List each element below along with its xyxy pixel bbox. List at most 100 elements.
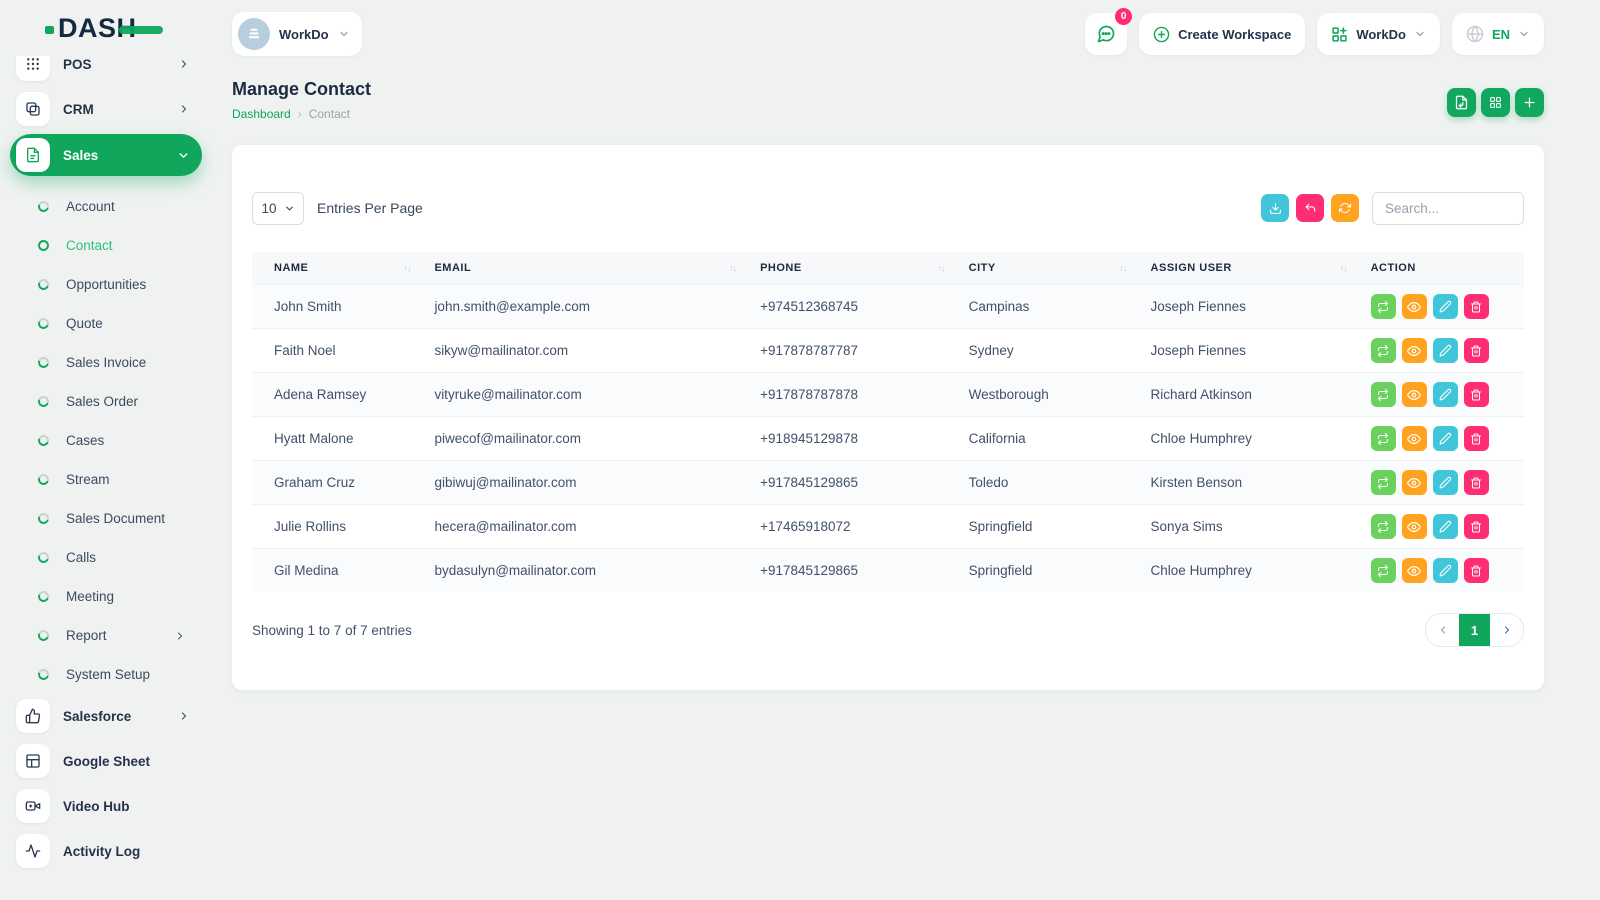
contact-email: gibiwuj@mailinator.com [422, 461, 748, 505]
page-number-button[interactable]: 1 [1459, 614, 1490, 646]
delete-button[interactable] [1464, 426, 1489, 451]
contact-name-link[interactable]: Hyatt Malone [252, 417, 422, 461]
logo[interactable]: DASH [0, 0, 212, 56]
workspace-menu-button[interactable]: WorkDo [1317, 13, 1440, 55]
sidebar-item-sales-order[interactable]: Sales Order [10, 382, 202, 421]
workspace-switcher[interactable]: WorkDo [232, 12, 362, 56]
contact-name-link[interactable]: Faith Noel [252, 329, 422, 373]
create-workspace-button[interactable]: Create Workspace [1139, 13, 1305, 55]
refresh-icon [1339, 202, 1351, 214]
topbar: WorkDo 0 Create Workspace WorkDo [212, 0, 1600, 58]
edit-button[interactable] [1433, 294, 1458, 319]
view-button[interactable] [1402, 470, 1427, 495]
sidebar-item-sales[interactable]: Sales [10, 134, 202, 176]
repeat-icon [1377, 521, 1389, 533]
previous-page-button[interactable] [1426, 614, 1459, 646]
view-button[interactable] [1402, 382, 1427, 407]
sidebar-item-salesforce[interactable]: Salesforce [10, 696, 202, 736]
next-page-button[interactable] [1490, 614, 1523, 646]
view-button[interactable] [1402, 426, 1427, 451]
contact-actions [1359, 461, 1524, 505]
messages-badge: 0 [1115, 8, 1132, 25]
bullet-icon [36, 199, 51, 214]
sidebar-item-quote[interactable]: Quote [10, 304, 202, 343]
add-contact-button[interactable] [1515, 88, 1544, 117]
convert-button[interactable] [1371, 470, 1396, 495]
sidebar-item-sales-invoice[interactable]: Sales Invoice [10, 343, 202, 382]
convert-button[interactable] [1371, 558, 1396, 583]
contact-name-link[interactable]: Adena Ramsey [252, 373, 422, 417]
delete-button[interactable] [1464, 338, 1489, 363]
convert-button[interactable] [1371, 294, 1396, 319]
undo-button[interactable] [1296, 194, 1324, 222]
column-header-assign-user[interactable]: ASSIGN USER↑↓ [1139, 252, 1359, 285]
grid-view-button[interactable] [1481, 88, 1510, 117]
export-button[interactable] [1447, 88, 1476, 117]
delete-button[interactable] [1464, 382, 1489, 407]
sidebar-item-stream[interactable]: Stream [10, 460, 202, 499]
sidebar-item-google-sheet[interactable]: Google Sheet [10, 741, 202, 781]
edit-button[interactable] [1433, 382, 1458, 407]
contact-assign-user: Kirsten Benson [1139, 461, 1359, 505]
refresh-button[interactable] [1331, 194, 1359, 222]
delete-button[interactable] [1464, 470, 1489, 495]
sidebar-item-meeting[interactable]: Meeting [10, 577, 202, 616]
contact-name-link[interactable]: Graham Cruz [252, 461, 422, 505]
column-header-name[interactable]: NAME↑↓ [252, 252, 422, 285]
messages-button[interactable]: 0 [1085, 13, 1127, 55]
sidebar-item-video-hub[interactable]: Video Hub [10, 786, 202, 826]
column-header-phone[interactable]: PHONE↑↓ [748, 252, 957, 285]
sidebar-item-sales-document[interactable]: Sales Document [10, 499, 202, 538]
search-input[interactable] [1372, 192, 1524, 225]
breadcrumb-dashboard-link[interactable]: Dashboard [232, 107, 291, 121]
edit-button[interactable] [1433, 426, 1458, 451]
sidebar-item-label: Google Sheet [63, 754, 190, 769]
contact-city: Campinas [957, 285, 1139, 329]
contact-phone: +917845129865 [748, 461, 957, 505]
table-row: Hyatt Malonepiwecof@mailinator.com+91894… [252, 417, 1524, 461]
view-button[interactable] [1402, 514, 1427, 539]
delete-button[interactable] [1464, 294, 1489, 319]
contact-city: Sydney [957, 329, 1139, 373]
sidebar-item-crm[interactable]: CRM [10, 89, 202, 129]
showing-entries-text: Showing 1 to 7 of 7 entries [252, 623, 412, 638]
entries-per-page-select[interactable]: 10 [252, 192, 304, 225]
chevron-down-icon [177, 149, 190, 162]
contact-name-link[interactable]: Julie Rollins [252, 505, 422, 549]
column-header-email[interactable]: EMAIL↑↓ [422, 252, 748, 285]
view-button[interactable] [1402, 338, 1427, 363]
contact-name-link[interactable]: Gil Medina [252, 549, 422, 593]
sidebar-item-activity-log[interactable]: Activity Log [10, 831, 202, 871]
eye-icon [1407, 388, 1421, 402]
view-button[interactable] [1402, 294, 1427, 319]
sidebar-item-cases[interactable]: Cases [10, 421, 202, 460]
edit-button[interactable] [1433, 338, 1458, 363]
convert-button[interactable] [1371, 382, 1396, 407]
language-selector[interactable]: EN [1452, 13, 1544, 55]
contact-name-link[interactable]: John Smith [252, 285, 422, 329]
sidebar-item-contact[interactable]: Contact [10, 226, 202, 265]
sidebar-item-label: Quote [66, 316, 186, 331]
sidebar-item-system-setup[interactable]: System Setup [10, 655, 202, 694]
sidebar-item-opportunities[interactable]: Opportunities [10, 265, 202, 304]
delete-button[interactable] [1464, 558, 1489, 583]
contacts-table: NAME↑↓EMAIL↑↓PHONE↑↓CITY↑↓ASSIGN USER↑↓ A… [252, 252, 1524, 592]
edit-button[interactable] [1433, 514, 1458, 539]
trash-icon [1470, 345, 1482, 357]
download-button[interactable] [1261, 194, 1289, 222]
delete-button[interactable] [1464, 514, 1489, 539]
contact-city: Springfield [957, 549, 1139, 593]
sidebar-item-report[interactable]: Report [10, 616, 202, 655]
activity-pulse-icon [16, 834, 50, 868]
edit-button[interactable] [1433, 470, 1458, 495]
convert-button[interactable] [1371, 514, 1396, 539]
convert-button[interactable] [1371, 338, 1396, 363]
edit-button[interactable] [1433, 558, 1458, 583]
contact-city: California [957, 417, 1139, 461]
convert-button[interactable] [1371, 426, 1396, 451]
sidebar-item-calls[interactable]: Calls [10, 538, 202, 577]
column-header-city[interactable]: CITY↑↓ [957, 252, 1139, 285]
sidebar-item-account[interactable]: Account [10, 187, 202, 226]
view-button[interactable] [1402, 558, 1427, 583]
table-row: Gil Medinabydasulyn@mailinator.com+91784… [252, 549, 1524, 593]
